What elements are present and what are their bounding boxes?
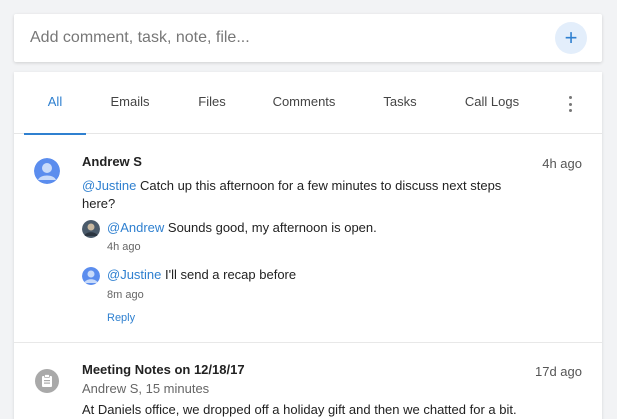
mention-link[interactable]: @Andrew xyxy=(107,220,164,235)
mention-link[interactable]: @Justine xyxy=(82,178,136,193)
activity-panel: All Emails Files Comments Tasks Call Log… xyxy=(14,72,602,419)
tab-tasks[interactable]: Tasks xyxy=(370,72,430,134)
composer: + xyxy=(14,14,602,62)
more-options-icon[interactable] xyxy=(562,96,578,112)
note-body: At Daniels office, we dropped off a holi… xyxy=(82,402,517,417)
tab-emails[interactable]: Emails xyxy=(98,72,162,134)
note-icon xyxy=(35,369,59,393)
reply-button[interactable]: Reply xyxy=(107,312,135,324)
tab-all[interactable]: All xyxy=(24,72,86,135)
reply-avatar xyxy=(82,267,100,285)
comment-author: Andrew S xyxy=(82,154,142,169)
reply-item: @Justine I'll send a recap before xyxy=(107,267,297,282)
reply-time: 8m ago xyxy=(107,289,144,301)
avatar xyxy=(34,158,60,184)
tab-files[interactable]: Files xyxy=(182,72,242,134)
comment-body: @Justine Catch up this afternoon for a f… xyxy=(82,178,502,211)
mention-link[interactable]: @Justine xyxy=(107,267,161,282)
composer-input[interactable] xyxy=(30,14,550,62)
tab-comments[interactable]: Comments xyxy=(264,72,344,134)
tab-call-logs[interactable]: Call Logs xyxy=(454,72,530,134)
plus-icon: + xyxy=(564,25,578,50)
reply-avatar xyxy=(82,220,100,238)
note-title[interactable]: Meeting Notes on 12/18/17 xyxy=(82,362,245,377)
tab-bar: All Emails Files Comments Tasks Call Log… xyxy=(14,72,602,135)
add-button[interactable]: + xyxy=(555,22,587,54)
note-subtitle: Andrew S, 15 minutes xyxy=(82,381,210,396)
reply-time: 4h ago xyxy=(107,241,141,253)
divider xyxy=(14,342,602,343)
note-time: 17d ago xyxy=(535,364,582,379)
comment-time: 4h ago xyxy=(542,156,582,171)
reply-item: @Andrew Sounds good, my afternoon is ope… xyxy=(107,220,377,235)
